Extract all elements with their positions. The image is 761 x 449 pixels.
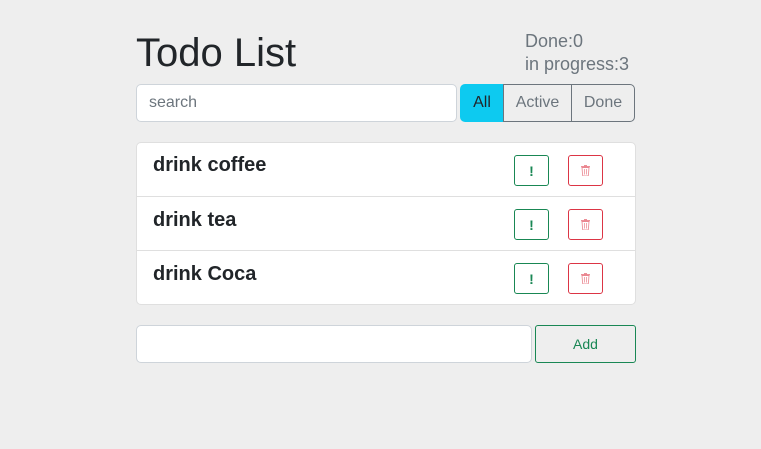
filter-active-button[interactable]: Active <box>503 84 572 122</box>
mark-important-button[interactable]: ! <box>514 209 549 240</box>
delete-button[interactable] <box>568 155 603 186</box>
done-count: Done:0 <box>525 31 584 51</box>
filter-all-button[interactable]: All <box>460 84 504 122</box>
delete-button[interactable] <box>568 209 603 240</box>
filter-done-button[interactable]: Done <box>571 84 635 122</box>
new-todo-input[interactable] <box>136 325 532 363</box>
search-input[interactable] <box>136 84 457 122</box>
mark-important-button[interactable]: ! <box>514 155 549 186</box>
todo-item: drink coffee ! <box>137 143 635 196</box>
todo-item: drink Coca ! <box>137 250 635 304</box>
todo-item: drink tea ! <box>137 196 635 250</box>
trash-icon <box>581 219 590 230</box>
todo-list: drink coffee ! drink tea ! drink Coca ! <box>136 142 636 305</box>
search-panel: All Active Done <box>136 84 636 122</box>
mark-important-button[interactable]: ! <box>514 263 549 294</box>
app-header: Todo List Done:0 in progress:3 <box>136 30 636 84</box>
todo-item-label[interactable]: drink tea <box>153 209 236 232</box>
add-button[interactable]: Add <box>535 325 636 363</box>
todo-app: Todo List Done:0 in progress:3 All Activ… <box>136 30 636 363</box>
in-progress-count: in progress:3 <box>525 54 630 74</box>
page-title: Todo List <box>136 31 297 75</box>
todo-item-label[interactable]: drink coffee <box>153 154 266 177</box>
todo-item-label[interactable]: drink Coca <box>153 263 256 286</box>
status-counts: Done:0 in progress:3 <box>525 30 636 76</box>
trash-icon <box>581 165 590 176</box>
add-item-form: Add <box>136 325 636 363</box>
filter-button-group: All Active Done <box>460 84 635 122</box>
delete-button[interactable] <box>568 263 603 294</box>
trash-icon <box>581 273 590 284</box>
